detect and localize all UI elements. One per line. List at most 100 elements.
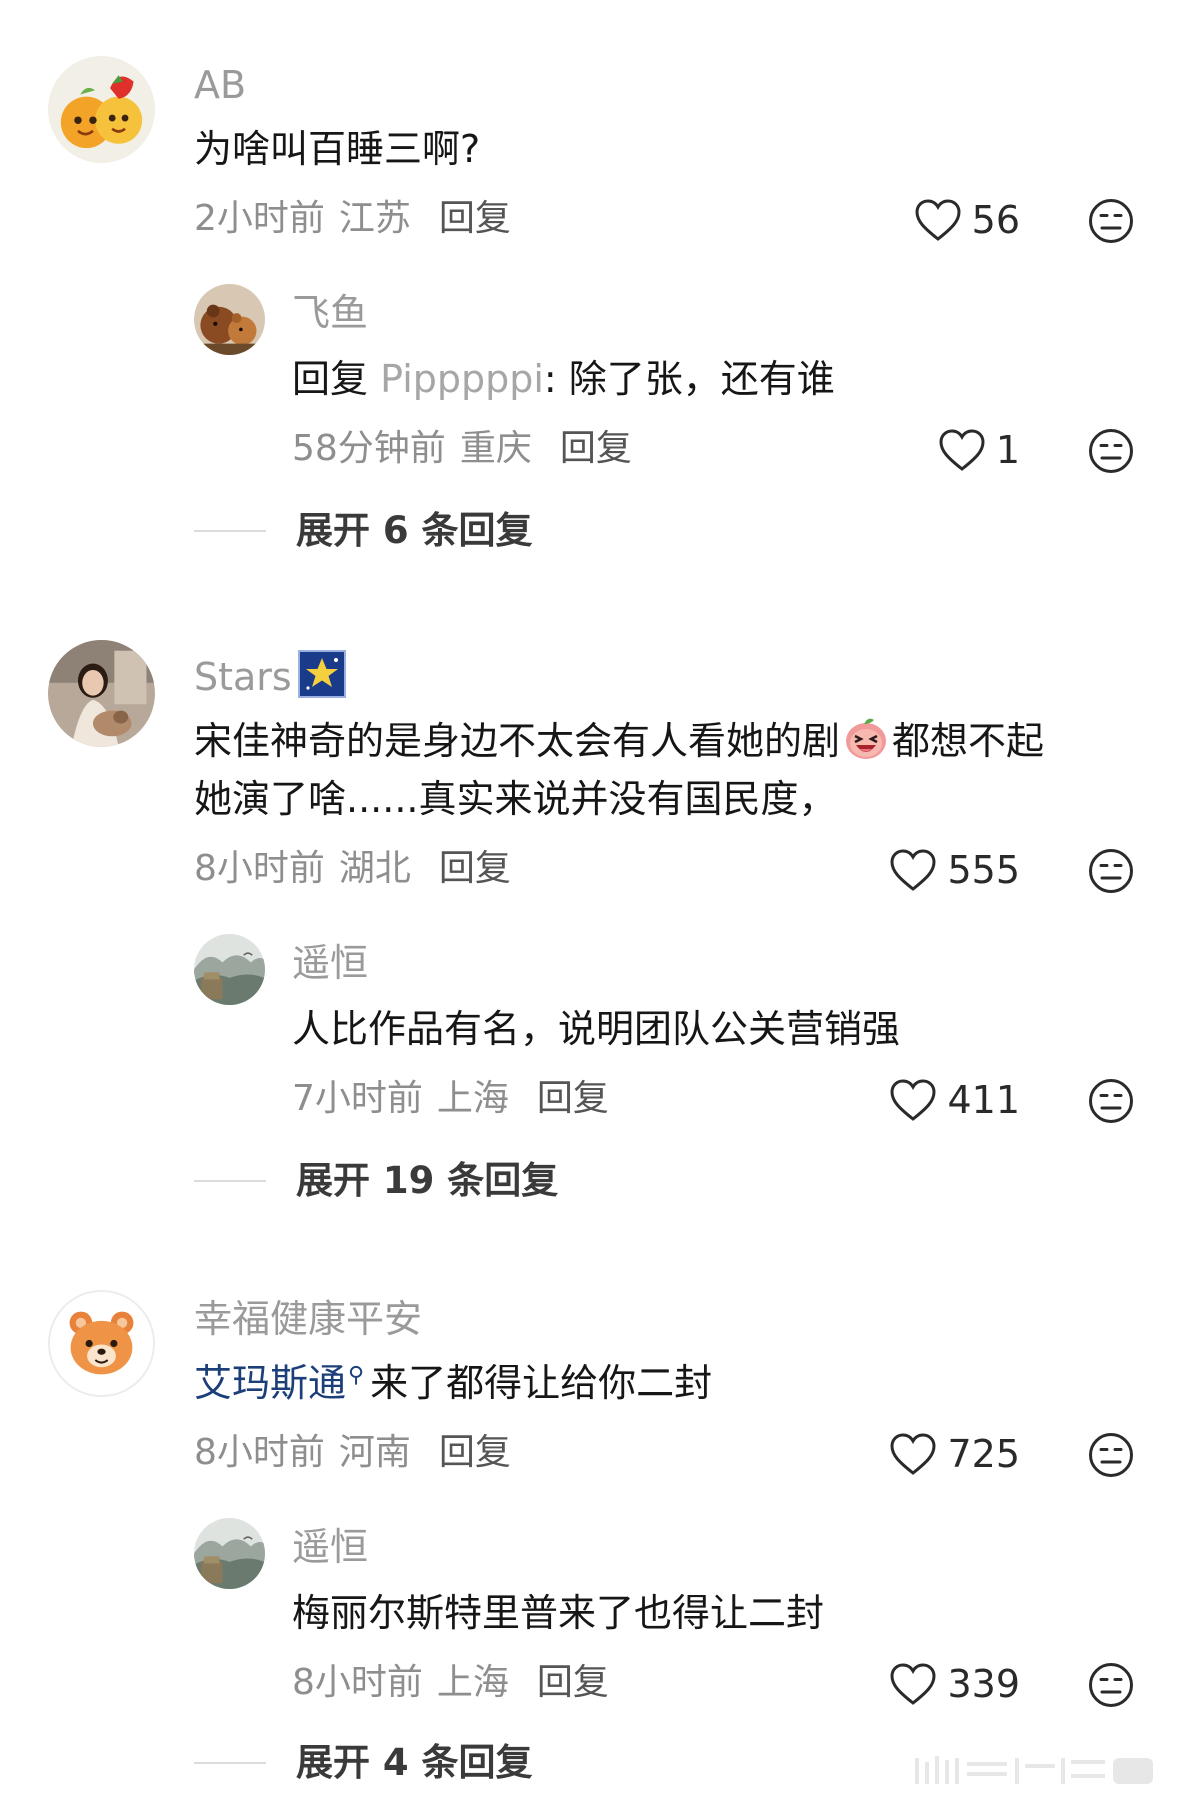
like-button[interactable]: 411 [860, 1076, 1020, 1124]
bear-toy-avatar-icon [194, 284, 265, 355]
comment-meta: 2小时前 江苏 回复 [194, 201, 511, 237]
comment-meta: 8小时前 河南 回复 [194, 1435, 511, 1471]
reply-body: : 除了张，还有谁 [543, 357, 835, 401]
comment-location: 河南 [338, 1432, 411, 1473]
expand-replies-label: 展开 6 条回复 [296, 509, 533, 552]
reply-username[interactable]: 遥恒 [292, 944, 368, 982]
search-mention-link[interactable]: 艾玛斯通 [194, 1361, 346, 1405]
comment-location: 江苏 [338, 198, 411, 239]
dislike-button[interactable] [1088, 198, 1134, 244]
reply-time: 7小时前 [292, 1078, 423, 1119]
avatar[interactable] [194, 284, 265, 355]
expand-replies-button[interactable]: 展开 19 条回复 [194, 1162, 558, 1199]
reply-button[interactable]: 回复 [439, 201, 511, 237]
like-count: 725 [947, 1432, 1020, 1476]
heart-outline-icon [890, 1079, 936, 1121]
neutral-face-icon [1089, 1079, 1133, 1123]
avatar[interactable] [194, 1518, 265, 1589]
comment-text: 为啥叫百睡三啊? [194, 127, 481, 171]
comment-time: 8小时前 [194, 848, 325, 889]
reply-button[interactable]: 回复 [439, 1435, 511, 1471]
heart-outline-icon [939, 429, 985, 471]
reply-button[interactable]: 回复 [439, 851, 511, 887]
like-button[interactable]: 56 [860, 196, 1020, 244]
expand-replies-button[interactable]: 展开 6 条回复 [194, 512, 533, 549]
comment-text-line-2: 她演了啥......真实来说并没有国民度， [194, 777, 837, 821]
dislike-button[interactable] [1088, 1662, 1134, 1708]
avatar[interactable] [48, 640, 155, 747]
reply-meta: 7小时前 上海 回复 [292, 1081, 609, 1117]
reply-prefix: 回复 [292, 357, 369, 401]
like-button[interactable]: 1 [860, 426, 1020, 474]
like-count: 1 [995, 428, 1020, 472]
search-icon[interactable]: ⚲ [348, 1365, 364, 1387]
comment-meta: 8小时前 湖北 回复 [194, 851, 511, 887]
reply-location: 上海 [436, 1662, 509, 1703]
reply-button[interactable]: 回复 [537, 1081, 609, 1117]
dislike-button[interactable] [1088, 428, 1134, 474]
neutral-face-icon [1089, 1433, 1133, 1477]
comment-text-line-1: 宋佳神奇的是身边不太会有人看她的剧 都想不起 [194, 714, 1044, 762]
reply-text: 人比作品有名，说明团队公关营销强 [292, 1007, 901, 1051]
reply-location: 上海 [436, 1078, 509, 1119]
divider [194, 1179, 266, 1182]
reply-meta: 8小时前 上海 回复 [292, 1665, 609, 1701]
landscape-avatar-icon [194, 1518, 265, 1589]
watermark [911, 1750, 1161, 1790]
reply-username[interactable]: 飞鱼 [292, 294, 368, 332]
expand-replies-label: 展开 19 条回复 [296, 1159, 559, 1202]
star-badge-icon [297, 650, 346, 698]
heart-outline-icon [890, 1663, 936, 1705]
avatar[interactable] [194, 934, 265, 1005]
like-count: 56 [971, 198, 1020, 242]
reply-username[interactable]: 遥恒 [292, 1528, 368, 1566]
heart-outline-icon [890, 1433, 936, 1475]
comment-time: 2小时前 [194, 198, 325, 239]
divider [194, 529, 266, 532]
neutral-face-icon [1089, 429, 1133, 473]
reply-text: 回复 Pipppppi: 除了张，还有谁 [292, 360, 835, 398]
avatar[interactable] [48, 56, 155, 163]
neutral-face-icon [1089, 199, 1133, 243]
comment-location: 湖北 [338, 848, 411, 889]
laughing-peach-emoji-icon [842, 714, 890, 762]
reply-location: 重庆 [459, 428, 532, 469]
neutral-face-icon [1089, 849, 1133, 893]
reply-meta: 58分钟前 重庆 回复 [292, 431, 632, 467]
like-button[interactable]: 555 [860, 846, 1020, 894]
bear-face-avatar-icon [50, 1292, 153, 1395]
reply-time: 58分钟前 [292, 428, 446, 469]
reply-button[interactable]: 回复 [560, 431, 632, 467]
expand-replies-button[interactable]: 展开 4 条回复 [194, 1744, 533, 1781]
fruit-avatar-icon [48, 56, 155, 163]
reply-text: 梅丽尔斯特里普来了也得让二封 [292, 1591, 825, 1635]
like-count: 411 [947, 1078, 1020, 1122]
woman-photo-avatar-icon [48, 640, 155, 747]
divider [194, 1761, 266, 1764]
comment-body: 来了都得让给你二封 [370, 1361, 713, 1405]
reply-button[interactable]: 回复 [537, 1665, 609, 1701]
comment-list: AB 为啥叫百睡三啊? 2小时前 江苏 回复 56 飞鱼 回复 Pipppppi… [0, 0, 1179, 1798]
heart-outline-icon [890, 849, 936, 891]
like-count: 555 [947, 848, 1020, 892]
username-text: Stars [194, 655, 292, 699]
comment-text-part: 宋佳神奇的是身边不太会有人看她的剧 [194, 719, 841, 763]
comment-username[interactable]: AB [194, 66, 246, 104]
heart-outline-icon [915, 199, 961, 241]
comment-username[interactable]: Stars [194, 650, 346, 698]
dislike-button[interactable] [1088, 1432, 1134, 1478]
comment-time: 8小时前 [194, 1432, 325, 1473]
avatar[interactable] [48, 1290, 155, 1397]
dislike-button[interactable] [1088, 848, 1134, 894]
like-button[interactable]: 725 [860, 1430, 1020, 1478]
comment-text: 艾玛斯通⚲ 来了都得让给你二封 [194, 1364, 712, 1402]
reply-target-username[interactable]: Pipppppi [380, 357, 544, 401]
reply-time: 8小时前 [292, 1662, 423, 1703]
landscape-avatar-icon [194, 934, 265, 1005]
like-button[interactable]: 339 [860, 1660, 1020, 1708]
neutral-face-icon [1089, 1663, 1133, 1707]
like-count: 339 [947, 1662, 1020, 1706]
comment-username[interactable]: 幸福健康平安 [194, 1300, 422, 1338]
dislike-button[interactable] [1088, 1078, 1134, 1124]
comment-text-part: 都想不起 [892, 719, 1045, 763]
